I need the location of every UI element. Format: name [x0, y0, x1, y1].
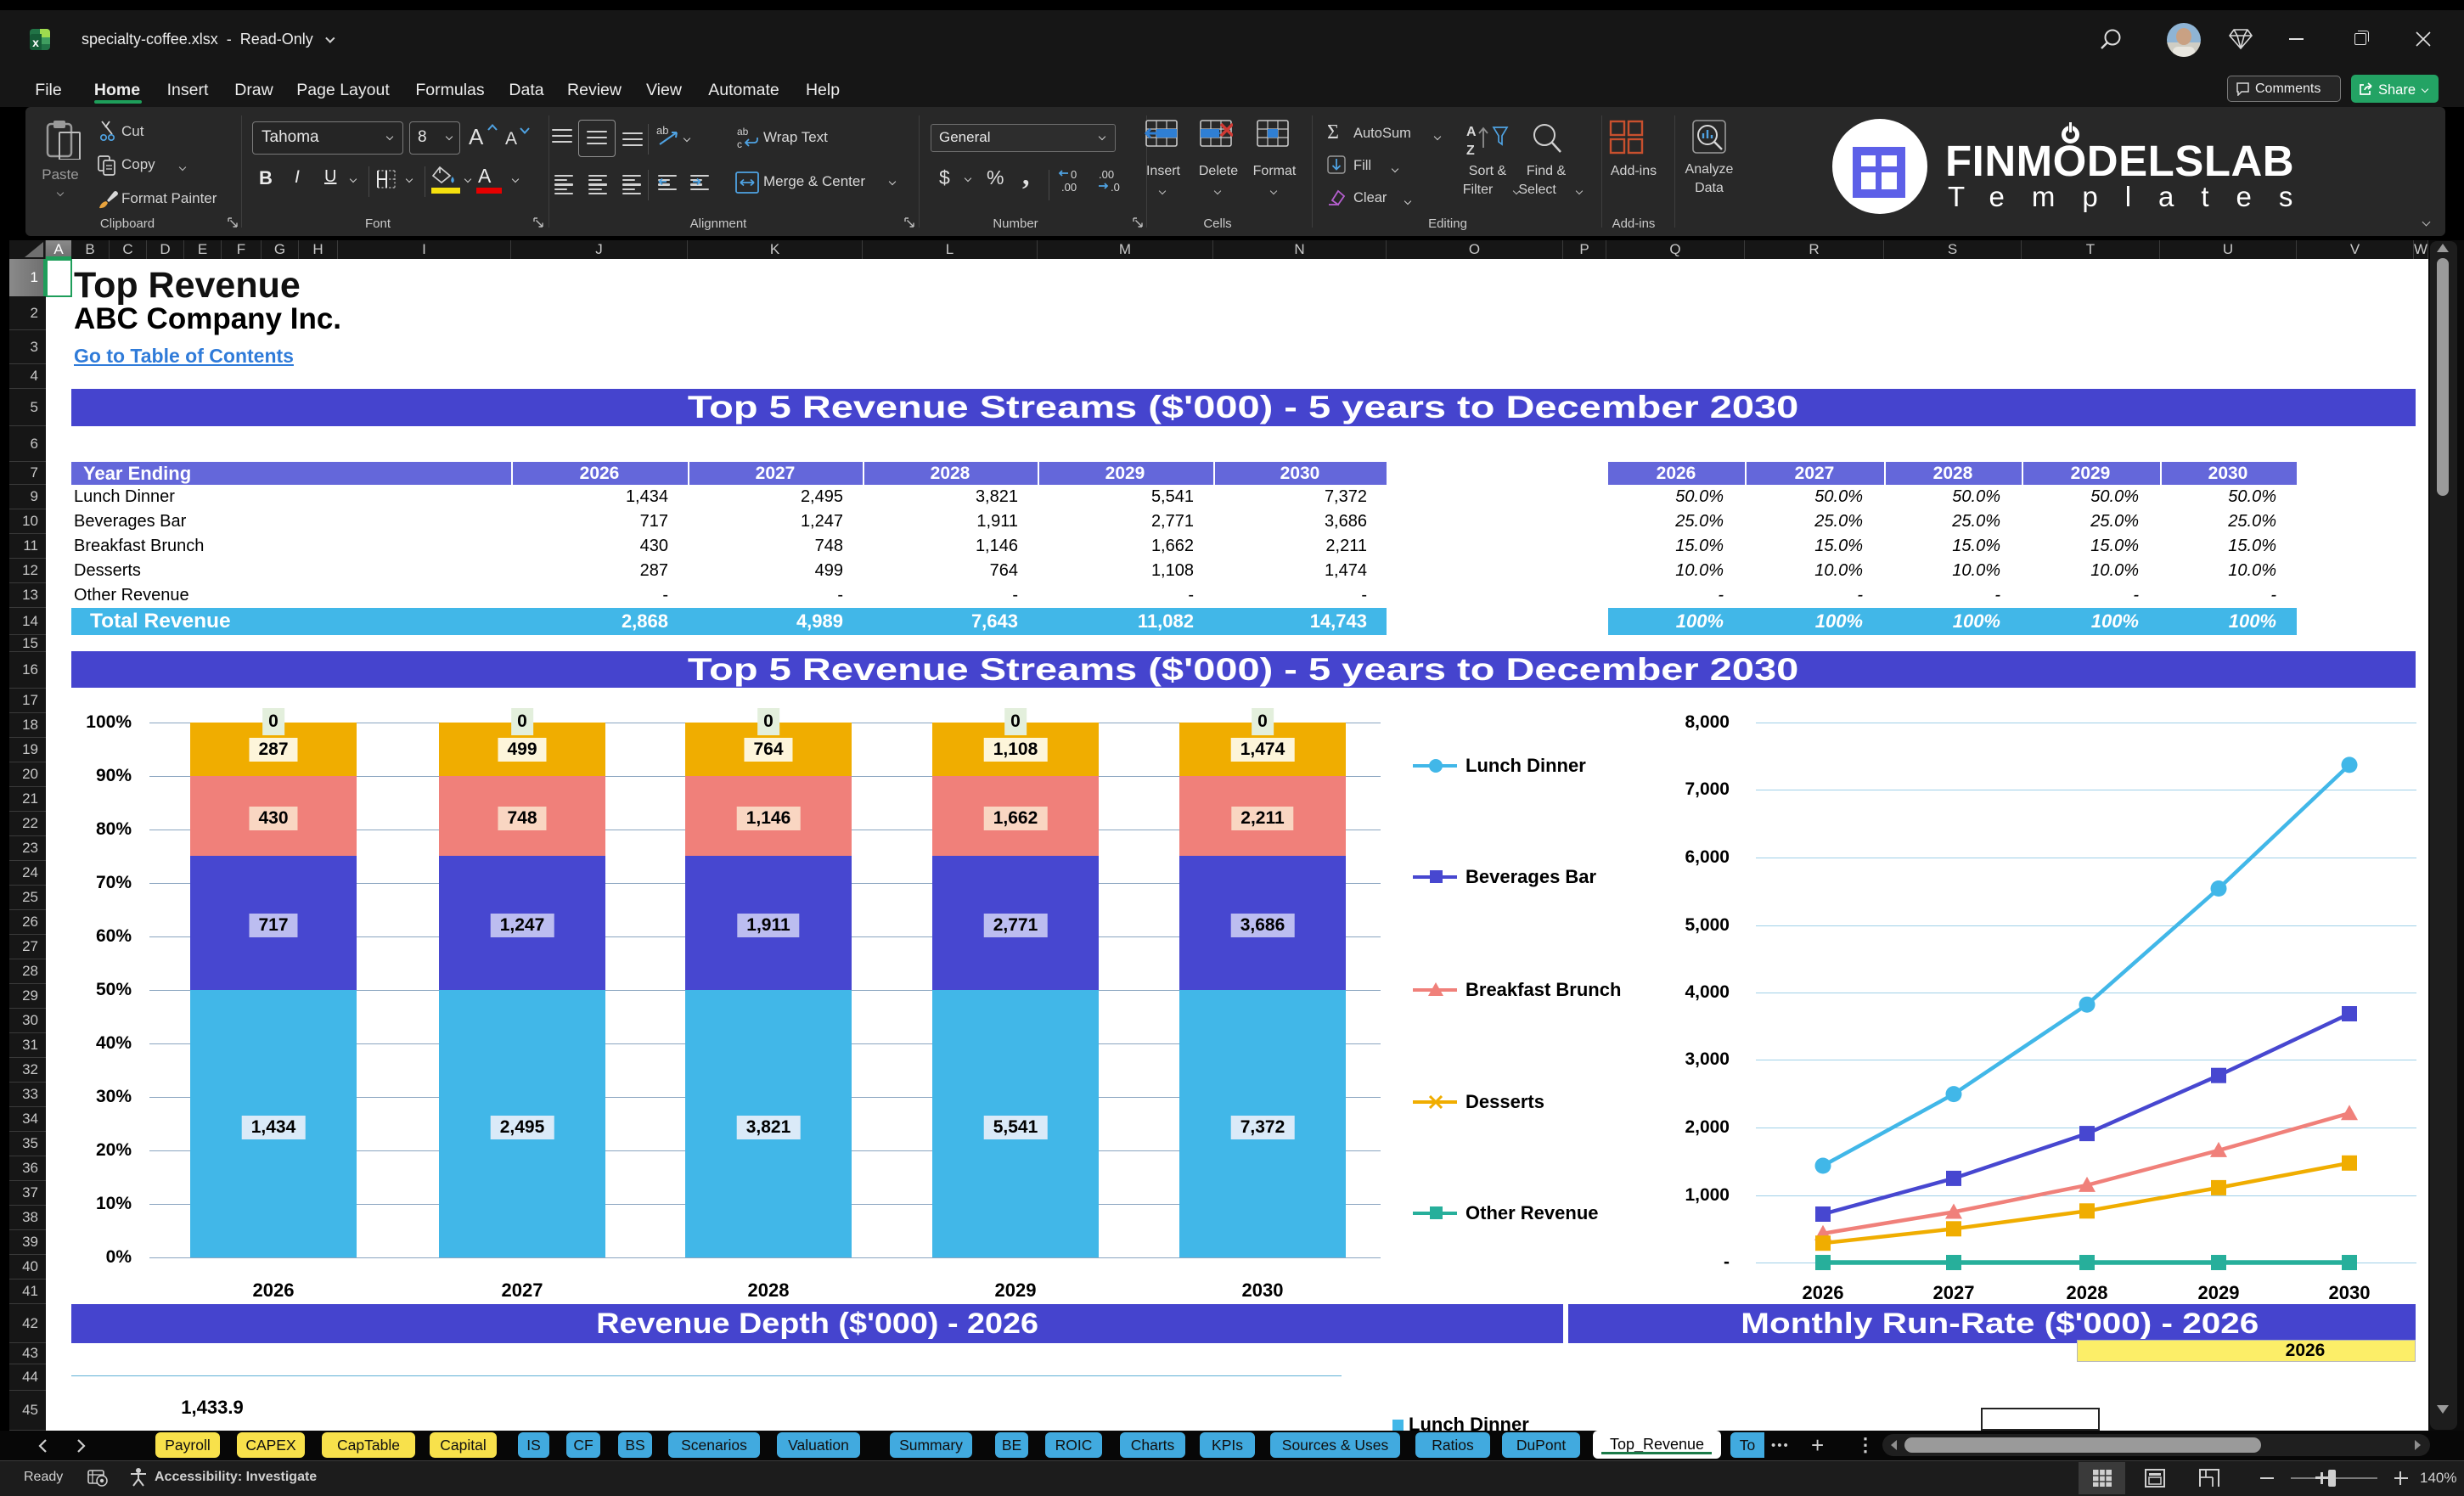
svg-text:A: A: [1466, 125, 1477, 139]
svg-text:ab: ab: [656, 124, 668, 137]
svg-text:0: 0: [1071, 168, 1077, 181]
svg-text:c: c: [737, 138, 742, 149]
svg-text:.00: .00: [1099, 168, 1114, 181]
svg-text:.0: .0: [1111, 181, 1120, 194]
svg-text:.00: .00: [1061, 181, 1077, 194]
svg-text:Z: Z: [1466, 143, 1475, 158]
svg-text:ab: ab: [737, 126, 749, 138]
